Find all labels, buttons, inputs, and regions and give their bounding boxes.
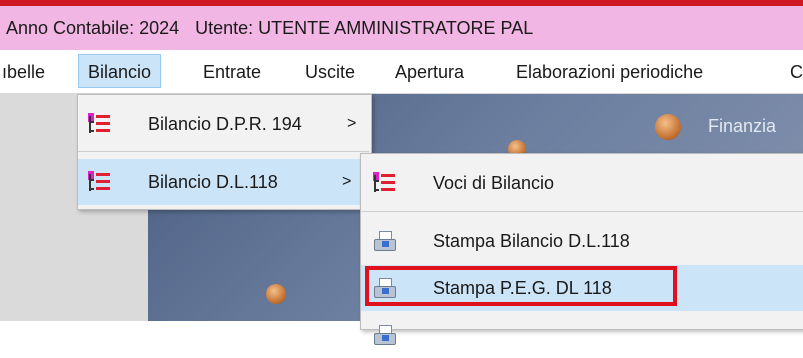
printer-icon [373,230,396,252]
list-tree-icon [373,172,395,194]
title-bar: Anno Contabile: 2024 Utente: UTENTE AMMIN… [0,6,803,50]
menu-item-label: Stampa Bilancio D.L.118 [433,231,630,251]
menu-item-bilancio-dl-118[interactable]: Bilancio D.L.118 > [78,159,369,205]
menu-item-partial[interactable] [361,312,803,358]
menu-tabelle[interactable]: ıbelle [2,50,45,93]
menu-separator [78,151,369,152]
submenu-arrow-icon: > [347,115,357,132]
menu-item-label: Voci di Bilancio [433,173,555,193]
menu-uscite[interactable]: Uscite [305,50,355,93]
list-tree-icon [88,171,110,193]
menu-item-label: Bilancio D.L.118 [148,172,278,192]
menu-elaborazioni-periodiche[interactable]: Elaborazioni periodiche [516,50,703,93]
printer-icon [373,324,396,346]
submenu-arrow-icon: > [342,173,352,190]
current-user-label: Utente: UTENTE AMMINISTRATORE PAL [195,18,534,38]
menu-more[interactable]: C [790,50,803,93]
menu-item-voci-di-bilancio[interactable]: Voci di Bilancio [361,160,803,206]
annotation-highlight-box [365,266,677,306]
menu-entrate[interactable]: Entrate [203,50,261,93]
menu-item-bilancio-dpr-194[interactable]: Bilancio D.P.R. 194 > [78,101,369,147]
decorative-coin-icon [655,114,681,140]
menu-separator [361,211,803,212]
menu-apertura[interactable]: Apertura [395,50,464,93]
accounting-year-label: Anno Contabile: 2024 [6,18,180,38]
decorative-coin-icon [266,284,286,304]
menu-item-stampa-bilancio-dl-118[interactable]: Stampa Bilancio D.L.118 [361,218,803,264]
finanza-text: Finanzia [708,116,777,136]
menu-bar: ıbelle Bilancio Entrate Uscite Apertura … [0,50,803,94]
menu-item-label: Bilancio D.P.R. 194 [148,114,302,134]
list-tree-icon [88,113,110,135]
bilancio-dropdown: Bilancio D.P.R. 194 > Bilancio D.L.118 > [77,94,372,210]
menu-bilancio[interactable]: Bilancio [78,54,162,88]
